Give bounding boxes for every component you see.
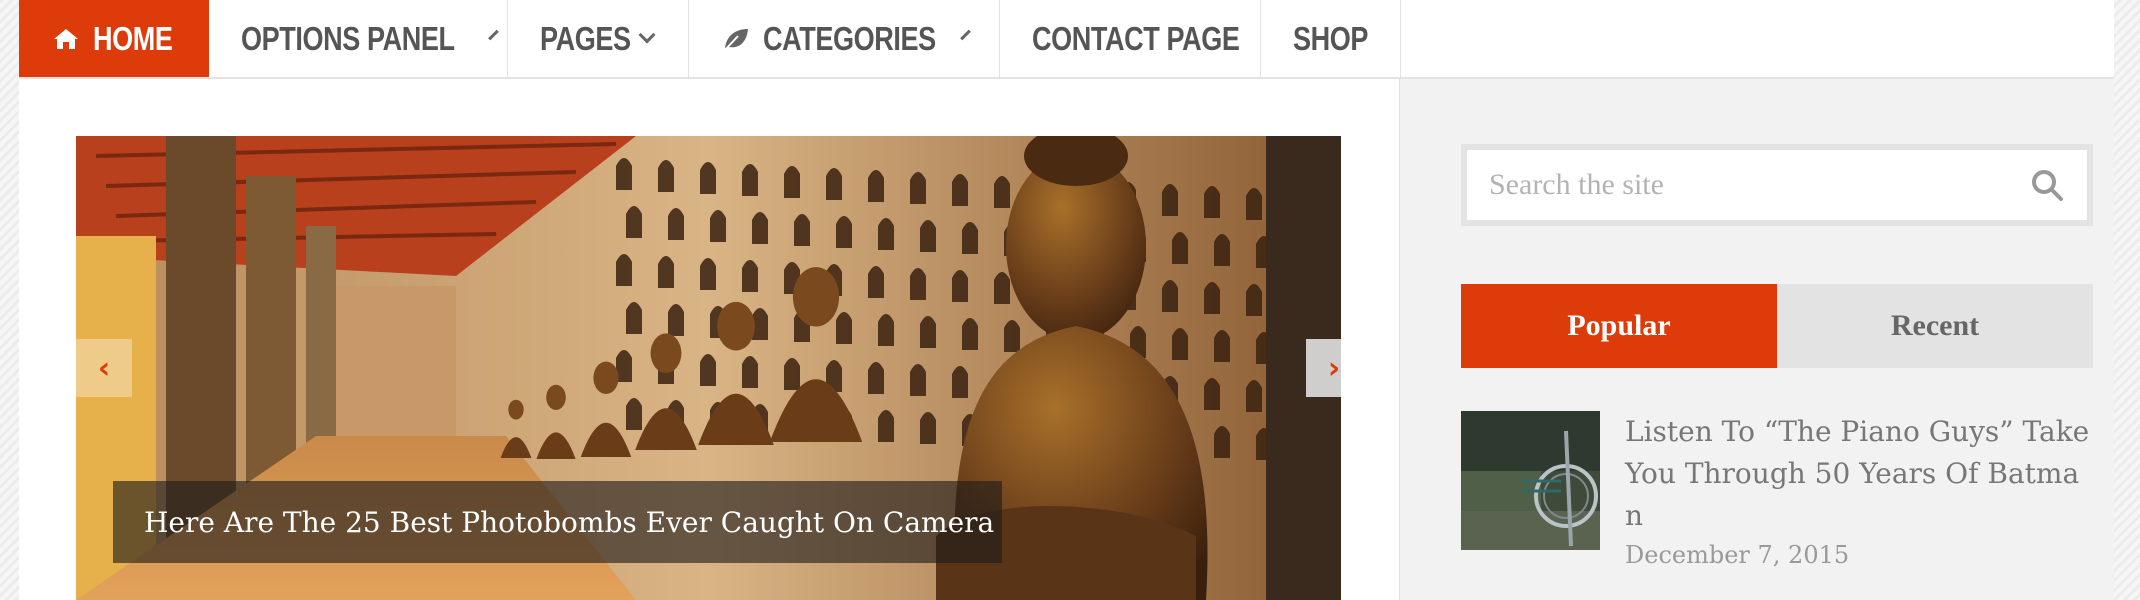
list-item[interactable]: Listen To “The Piano Guys” Take You Thro… xyxy=(1461,411,2093,571)
search-icon[interactable] xyxy=(2029,167,2065,203)
post-date: December 7, 2015 xyxy=(1625,541,1850,569)
nav-item-pages[interactable]: PAGES xyxy=(508,0,689,77)
chevron-down-icon xyxy=(959,29,971,40)
slider-next-button[interactable]: › xyxy=(1306,339,1341,397)
search-widget xyxy=(1461,144,2093,226)
tab-popular[interactable]: Popular xyxy=(1461,284,1777,368)
chevron-right-icon: › xyxy=(1327,350,1341,386)
nav-item-label: CATEGORIES xyxy=(763,19,936,57)
chevron-down-icon xyxy=(638,26,656,43)
nav-item-label: SHOP xyxy=(1293,19,1369,57)
nav-item-label: HOME xyxy=(93,19,173,57)
nav-item-label: PAGES xyxy=(540,19,631,57)
sidebar: Popular Recent Listen To “The Piano G xyxy=(1399,79,2114,600)
tab-recent[interactable]: Recent xyxy=(1777,284,2093,368)
featured-slider[interactable]: ‹ › Here Are The 25 Best Photobombs Ever… xyxy=(76,136,1341,600)
nav-item-options-panel[interactable]: OPTIONS PANEL xyxy=(209,0,508,77)
nav-item-label: OPTIONS PANEL xyxy=(241,19,455,57)
chevron-left-icon: ‹ xyxy=(97,350,111,386)
search-input[interactable] xyxy=(1489,168,2029,202)
post-thumbnail[interactable] xyxy=(1461,411,1600,550)
page-wrapper: HOME OPTIONS PANEL PAGES CATEGORIES CONT… xyxy=(19,0,2114,600)
nav-item-contact-page[interactable]: CONTACT PAGE xyxy=(1000,0,1261,77)
nav-item-home[interactable]: HOME xyxy=(19,0,209,77)
nav-item-categories[interactable]: CATEGORIES xyxy=(689,0,1000,77)
main-navigation: HOME OPTIONS PANEL PAGES CATEGORIES CONT… xyxy=(19,0,2114,79)
nav-item-shop[interactable]: SHOP xyxy=(1261,0,1401,77)
post-text: Listen To “The Piano Guys” Take You Thro… xyxy=(1625,411,2093,571)
nav-item-label: CONTACT PAGE xyxy=(1032,19,1240,57)
slider-prev-button[interactable]: ‹ xyxy=(76,339,132,397)
post-title[interactable]: Listen To “The Piano Guys” Take You Thro… xyxy=(1625,411,2093,537)
slider-caption[interactable]: Here Are The 25 Best Photobombs Ever Cau… xyxy=(113,481,1002,563)
chevron-down-icon xyxy=(487,29,499,40)
home-icon xyxy=(51,24,81,54)
leaf-icon xyxy=(721,24,751,54)
sidebar-tabs: Popular Recent xyxy=(1461,284,2093,368)
